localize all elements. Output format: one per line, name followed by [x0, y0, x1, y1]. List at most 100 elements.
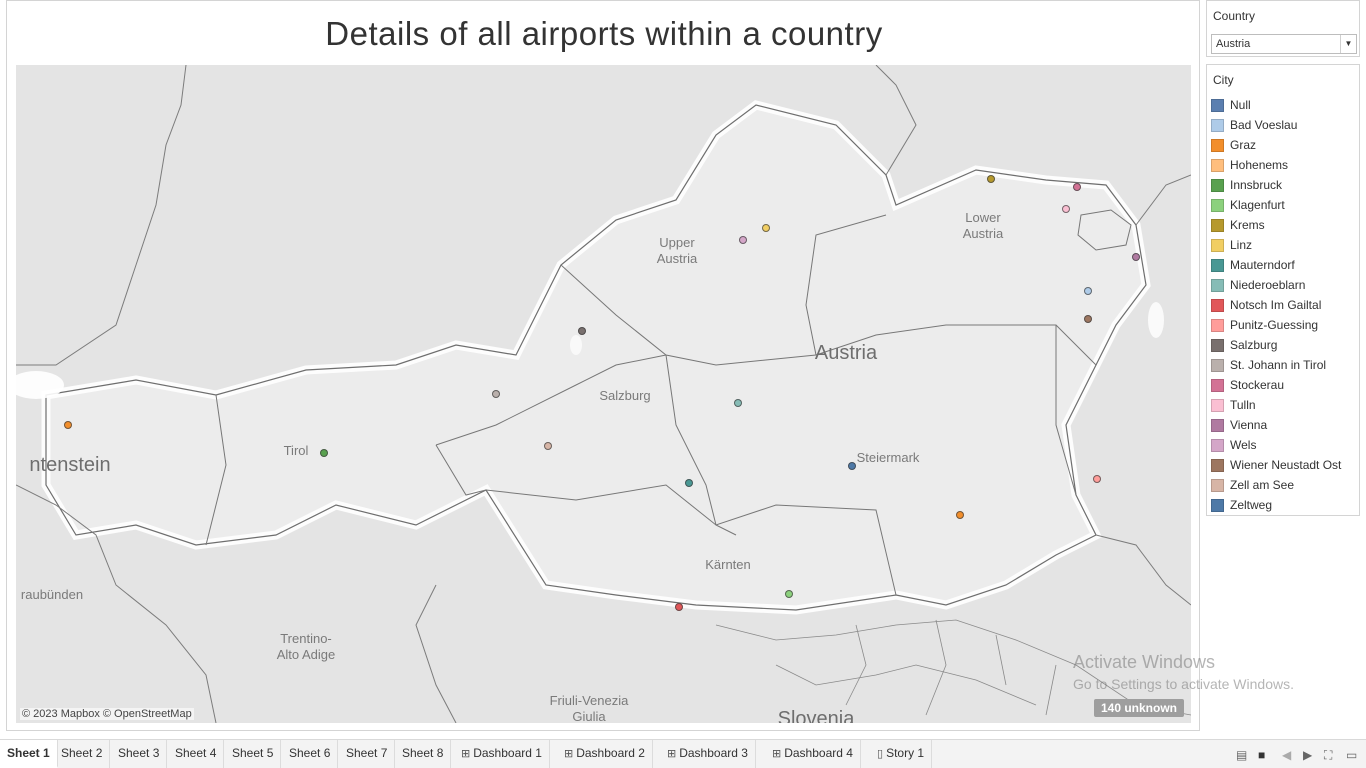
legend-item[interactable]: Krems — [1211, 215, 1359, 235]
airport-dot-st-johann[interactable] — [492, 390, 500, 398]
legend-item[interactable]: Stockerau — [1211, 375, 1359, 395]
legend-item-label: Null — [1230, 98, 1251, 112]
presentation-mode-icon[interactable]: ▭ — [1346, 748, 1357, 762]
airport-dot-wels[interactable] — [739, 236, 747, 244]
airport-dot-linz[interactable] — [762, 224, 770, 232]
tab-sheet-5[interactable]: Sheet 5 — [225, 740, 282, 768]
legend-item[interactable]: Notsch Im Gailtal — [1211, 295, 1359, 315]
city-legend-list: Null Bad Voeslau Graz Hohenems Innsbruck Klag… — [1211, 95, 1359, 515]
legend-swatch — [1211, 198, 1224, 212]
story-icon: ▯ — [877, 748, 884, 760]
tab-dashboard-1[interactable]: ⊞ Dashboard 1 — [454, 740, 550, 768]
legend-item-label: Krems — [1230, 218, 1265, 232]
tab-label: Dashboard 4 — [784, 746, 853, 760]
tab-label: Sheet 7 — [346, 746, 388, 760]
legend-item-label: Tulln — [1230, 398, 1256, 412]
legend-item[interactable]: Tulln — [1211, 395, 1359, 415]
country-filter: Country Austria ▼ — [1206, 0, 1360, 57]
airport-dot-klagenfurt[interactable] — [785, 590, 793, 598]
legend-item[interactable]: Mauterndorf — [1211, 255, 1359, 275]
legend-swatch — [1211, 458, 1224, 472]
tab-sheet-6[interactable]: Sheet 6 — [282, 740, 339, 768]
tab-sheet-3[interactable]: Sheet 3 — [111, 740, 168, 768]
airport-dot-niederoeblarn[interactable] — [734, 399, 742, 407]
legend-item[interactable]: Hohenems — [1211, 155, 1359, 175]
legend-item[interactable]: Salzburg — [1211, 335, 1359, 355]
airport-dot-notsch[interactable] — [675, 603, 683, 611]
dashboard-icon: ⊞ — [564, 748, 574, 760]
map-label-steiermark: Steiermark — [856, 450, 920, 465]
airport-dot-stockerau[interactable] — [1073, 183, 1081, 191]
chevron-down-icon[interactable]: ▼ — [1340, 35, 1356, 53]
city-legend: City Null Bad Voeslau Graz Hohenems Innsbruc… — [1206, 64, 1360, 516]
airport-dot-zeltweg[interactable] — [848, 462, 856, 470]
tab-sheet-4[interactable]: Sheet 4 — [168, 740, 225, 768]
activate-windows-subtitle: Go to Settings to activate Windows. — [1073, 676, 1294, 692]
legend-swatch — [1211, 498, 1224, 512]
map-attribution[interactable]: © 2023 Mapbox © OpenStreetMap — [20, 708, 194, 720]
legend-item-label: Wels — [1230, 438, 1257, 452]
legend-swatch — [1211, 218, 1224, 232]
legend-item[interactable]: Innsbruck — [1211, 175, 1359, 195]
fullscreen-icon[interactable]: ⛶ — [1324, 748, 1332, 763]
airport-dot-bad-voeslau[interactable] — [1084, 287, 1092, 295]
airport-dot-hohenems[interactable] — [64, 421, 72, 429]
airport-dot-salzburg[interactable] — [578, 327, 586, 335]
airport-dot-innsbruck[interactable] — [320, 449, 328, 457]
airport-map[interactable]: Upper Austria Lower Austria Austria Salz… — [16, 65, 1191, 723]
legend-swatch — [1211, 378, 1224, 392]
legend-item[interactable]: Vienna — [1211, 415, 1359, 435]
airport-dot-mauterndorf[interactable] — [685, 479, 693, 487]
legend-item[interactable]: Null — [1211, 95, 1359, 115]
next-sheet-icon[interactable]: ▶ — [1303, 748, 1312, 762]
tab-story-1[interactable]: ▯ Story 1 — [870, 740, 933, 768]
legend-item-label: Niederoeblarn — [1230, 278, 1306, 292]
dashboard-title: Details of all airports within a country — [325, 15, 883, 52]
airport-dot-graz[interactable] — [956, 511, 964, 519]
legend-item[interactable]: Graz — [1211, 135, 1359, 155]
legend-item-label: Zeltweg — [1230, 498, 1273, 512]
legend-swatch — [1211, 398, 1224, 412]
tab-sheet-7[interactable]: Sheet 7 — [339, 740, 396, 768]
show-tabs-icon[interactable]: ■ — [1258, 748, 1265, 762]
airport-dot-wiener-neustadt[interactable] — [1084, 315, 1092, 323]
tab-dashboard-3[interactable]: ⊞ Dashboard 3 — [660, 740, 756, 768]
tab-dashboard-4[interactable]: ⊞ Dashboard 4 — [765, 740, 861, 768]
legend-item-label: Salzburg — [1230, 338, 1278, 352]
legend-item[interactable]: Bad Voeslau — [1211, 115, 1359, 135]
map-label-austria: Austria — [814, 342, 878, 364]
legend-item[interactable]: St. Johann in Tirol — [1211, 355, 1359, 375]
tab-label: Sheet 2 — [61, 746, 103, 760]
tab-sheet-2[interactable]: Sheet 2 — [54, 740, 111, 768]
map-label-friuli: Friuli-Venezia Giulia — [549, 693, 629, 723]
airport-dot-vienna[interactable] — [1132, 253, 1140, 261]
legend-item[interactable]: Wels — [1211, 435, 1359, 455]
country-dropdown[interactable]: Austria ▼ — [1211, 34, 1357, 54]
tab-sheet-1[interactable]: Sheet 1 — [0, 740, 58, 768]
legend-item[interactable]: Wiener Neustadt Ost — [1211, 455, 1359, 475]
airport-dot-tulln[interactable] — [1062, 205, 1070, 213]
tableau-workbook: Details of all airports within a country — [0, 0, 1366, 768]
legend-swatch — [1211, 238, 1224, 252]
map-label-trentino: Trentino- Alto Adige — [276, 631, 336, 662]
legend-item[interactable]: Zell am See — [1211, 475, 1359, 495]
tab-label: Sheet 3 — [118, 746, 160, 760]
legend-item[interactable]: Klagenfurt — [1211, 195, 1359, 215]
previous-sheet-icon[interactable]: ◀ — [1282, 748, 1291, 762]
airport-dot-krems[interactable] — [987, 175, 995, 183]
legend-item[interactable]: Zeltweg — [1211, 495, 1359, 515]
legend-swatch — [1211, 278, 1224, 292]
show-filmstrip-icon[interactable]: ▤ — [1236, 748, 1247, 762]
tab-dashboard-2[interactable]: ⊞ Dashboard 2 — [557, 740, 653, 768]
legend-item[interactable]: Niederoeblarn — [1211, 275, 1359, 295]
tab-sheet-8[interactable]: Sheet 8 — [395, 740, 452, 768]
legend-item-label: Zell am See — [1230, 478, 1295, 492]
airport-dot-zell-am-see[interactable] — [544, 442, 552, 450]
unknown-count-badge[interactable]: 140 unknown — [1093, 699, 1184, 717]
airport-dot-punitz[interactable] — [1093, 475, 1101, 483]
legend-swatch — [1211, 298, 1224, 312]
map-label-kaernten: Kärnten — [705, 557, 751, 572]
legend-item[interactable]: Linz — [1211, 235, 1359, 255]
legend-swatch — [1211, 258, 1224, 272]
legend-item[interactable]: Punitz-Guessing — [1211, 315, 1359, 335]
